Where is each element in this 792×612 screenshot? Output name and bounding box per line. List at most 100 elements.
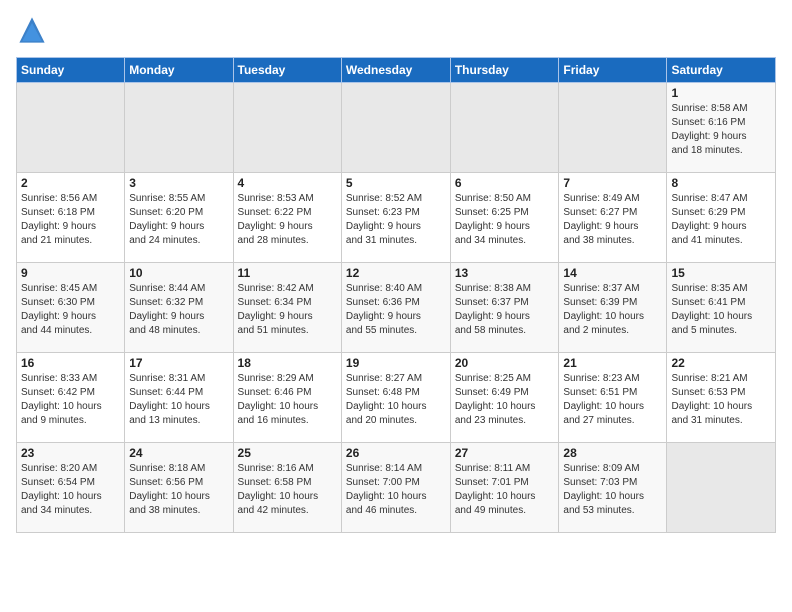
day-number: 11 (238, 266, 337, 280)
day-info: Sunrise: 8:11 AM Sunset: 7:01 PM Dayligh… (455, 462, 555, 518)
calendar-day-cell: 22Sunrise: 8:21 AM Sunset: 6:53 PM Dayli… (667, 353, 776, 443)
day-info: Sunrise: 8:55 AM Sunset: 6:20 PM Dayligh… (129, 192, 228, 248)
logo (16, 16, 46, 49)
calendar-day-cell: 8Sunrise: 8:47 AM Sunset: 6:29 PM Daylig… (667, 173, 776, 263)
weekday-header-friday: Friday (559, 58, 667, 83)
day-info: Sunrise: 8:38 AM Sunset: 6:37 PM Dayligh… (455, 282, 555, 338)
calendar-day-cell: 20 Sunrise: 8:25 AM Sunset: 6:49 PM Dayli… (450, 353, 559, 443)
day-number: 4 (238, 176, 337, 190)
day-number: 7 (563, 176, 662, 190)
day-number: 22 (671, 356, 771, 370)
day-info: Sunrise: 8:20 AM Sunset: 6:54 PM Dayligh… (21, 462, 120, 518)
day-info: Sunrise: 8:16 AM Sunset: 6:58 PM Dayligh… (238, 462, 337, 518)
day-info: Sunrise: 8:25 AM Sunset: 6:49 PM Dayligh… (455, 372, 555, 428)
weekday-header-monday: Monday (125, 58, 233, 83)
day-number: 13 (455, 266, 555, 280)
calendar-day-cell (450, 83, 559, 173)
day-number: 16 (21, 356, 120, 370)
day-info: Sunrise: 8:56 AM Sunset: 6:18 PM Dayligh… (21, 192, 120, 248)
calendar-day-cell (667, 443, 776, 533)
calendar-day-cell: 6 Sunrise: 8:50 AM Sunset: 6:25 PM Daylig… (450, 173, 559, 263)
weekday-header-wednesday: Wednesday (341, 58, 450, 83)
day-info: Sunrise: 8:53 AM Sunset: 6:22 PM Dayligh… (238, 192, 337, 248)
calendar-day-cell: 3 Sunrise: 8:55 AM Sunset: 6:20 PM Daylig… (125, 173, 233, 263)
day-number: 18 (238, 356, 337, 370)
day-number: 23 (21, 446, 120, 460)
calendar-day-cell (17, 83, 125, 173)
calendar-day-cell: 16 Sunrise: 8:33 AM Sunset: 6:42 PM Dayli… (17, 353, 125, 443)
calendar-day-cell: 24Sunrise: 8:18 AM Sunset: 6:56 PM Dayli… (125, 443, 233, 533)
day-number: 2 (21, 176, 120, 190)
calendar-day-cell: 23 Sunrise: 8:20 AM Sunset: 6:54 PM Dayli… (17, 443, 125, 533)
day-info: Sunrise: 8:44 AM Sunset: 6:32 PM Dayligh… (129, 282, 228, 338)
day-number: 19 (346, 356, 446, 370)
calendar-day-cell (125, 83, 233, 173)
day-number: 14 (563, 266, 662, 280)
page-header (16, 16, 776, 49)
day-info: Sunrise: 8:29 AM Sunset: 6:46 PM Dayligh… (238, 372, 337, 428)
day-info: Sunrise: 8:31 AM Sunset: 6:44 PM Dayligh… (129, 372, 228, 428)
calendar-day-cell: 2 Sunrise: 8:56 AM Sunset: 6:18 PM Daylig… (17, 173, 125, 263)
day-info: Sunrise: 8:09 AM Sunset: 7:03 PM Dayligh… (563, 462, 662, 518)
calendar-day-cell (559, 83, 667, 173)
calendar-week-3: 9 Sunrise: 8:45 AM Sunset: 6:30 PM Daylig… (17, 263, 776, 353)
calendar-week-2: 2 Sunrise: 8:56 AM Sunset: 6:18 PM Daylig… (17, 173, 776, 263)
calendar-day-cell: 11 Sunrise: 8:42 AM Sunset: 6:34 PM Dayli… (233, 263, 341, 353)
calendar-day-cell: 19 Sunrise: 8:27 AM Sunset: 6:48 PM Dayli… (341, 353, 450, 443)
day-info: Sunrise: 8:49 AM Sunset: 6:27 PM Dayligh… (563, 192, 662, 248)
weekday-header-row: SundayMondayTuesdayWednesdayThursdayFrid… (17, 58, 776, 83)
weekday-header-saturday: Saturday (667, 58, 776, 83)
day-number: 3 (129, 176, 228, 190)
calendar-day-cell: 13 Sunrise: 8:38 AM Sunset: 6:37 PM Dayli… (450, 263, 559, 353)
day-number: 6 (455, 176, 555, 190)
day-info: Sunrise: 8:40 AM Sunset: 6:36 PM Dayligh… (346, 282, 446, 338)
calendar-day-cell: 21 Sunrise: 8:23 AM Sunset: 6:51 PM Dayli… (559, 353, 667, 443)
day-number: 17 (129, 356, 228, 370)
day-number: 21 (563, 356, 662, 370)
day-number: 28 (563, 446, 662, 460)
weekday-header-tuesday: Tuesday (233, 58, 341, 83)
weekday-header-thursday: Thursday (450, 58, 559, 83)
day-info: Sunrise: 8:23 AM Sunset: 6:51 PM Dayligh… (563, 372, 662, 428)
day-number: 26 (346, 446, 446, 460)
day-info: Sunrise: 8:45 AM Sunset: 6:30 PM Dayligh… (21, 282, 120, 338)
day-number: 1 (671, 86, 771, 100)
weekday-header-sunday: Sunday (17, 58, 125, 83)
day-number: 20 (455, 356, 555, 370)
calendar-day-cell: 9 Sunrise: 8:45 AM Sunset: 6:30 PM Daylig… (17, 263, 125, 353)
day-info: Sunrise: 8:47 AM Sunset: 6:29 PM Dayligh… (671, 192, 771, 248)
calendar-day-cell: 5Sunrise: 8:52 AM Sunset: 6:23 PM Daylig… (341, 173, 450, 263)
day-number: 12 (346, 266, 446, 280)
calendar-body: 1 Sunrise: 8:58 AM Sunset: 6:16 PM Daylig… (17, 83, 776, 533)
day-info: Sunrise: 8:52 AM Sunset: 6:23 PM Dayligh… (346, 192, 446, 248)
calendar-day-cell: 25Sunrise: 8:16 AM Sunset: 6:58 PM Dayli… (233, 443, 341, 533)
day-info: Sunrise: 8:50 AM Sunset: 6:25 PM Dayligh… (455, 192, 555, 248)
calendar-day-cell: 10 Sunrise: 8:44 AM Sunset: 6:32 PM Dayli… (125, 263, 233, 353)
day-number: 15 (671, 266, 771, 280)
calendar-day-cell (341, 83, 450, 173)
day-info: Sunrise: 8:58 AM Sunset: 6:16 PM Dayligh… (671, 102, 771, 158)
day-info: Sunrise: 8:33 AM Sunset: 6:42 PM Dayligh… (21, 372, 120, 428)
calendar-day-cell: 12 Sunrise: 8:40 AM Sunset: 6:36 PM Dayli… (341, 263, 450, 353)
calendar-day-cell: 28 Sunrise: 8:09 AM Sunset: 7:03 PM Dayli… (559, 443, 667, 533)
calendar-table: SundayMondayTuesdayWednesdayThursdayFrid… (16, 57, 776, 533)
calendar-week-5: 23 Sunrise: 8:20 AM Sunset: 6:54 PM Dayli… (17, 443, 776, 533)
day-number: 24 (129, 446, 228, 460)
day-info: Sunrise: 8:27 AM Sunset: 6:48 PM Dayligh… (346, 372, 446, 428)
calendar-day-cell: 17 Sunrise: 8:31 AM Sunset: 6:44 PM Dayli… (125, 353, 233, 443)
day-number: 9 (21, 266, 120, 280)
day-info: Sunrise: 8:35 AM Sunset: 6:41 PM Dayligh… (671, 282, 771, 338)
calendar-day-cell: 18 Sunrise: 8:29 AM Sunset: 6:46 PM Dayli… (233, 353, 341, 443)
calendar-day-cell: 1 Sunrise: 8:58 AM Sunset: 6:16 PM Daylig… (667, 83, 776, 173)
day-info: Sunrise: 8:42 AM Sunset: 6:34 PM Dayligh… (238, 282, 337, 338)
calendar-day-cell: 14Sunrise: 8:37 AM Sunset: 6:39 PM Dayli… (559, 263, 667, 353)
calendar-week-1: 1 Sunrise: 8:58 AM Sunset: 6:16 PM Daylig… (17, 83, 776, 173)
day-number: 10 (129, 266, 228, 280)
calendar-day-cell: 27Sunrise: 8:11 AM Sunset: 7:01 PM Dayli… (450, 443, 559, 533)
calendar-header: SundayMondayTuesdayWednesdayThursdayFrid… (17, 58, 776, 83)
calendar-day-cell: 15 Sunrise: 8:35 AM Sunset: 6:41 PM Dayli… (667, 263, 776, 353)
day-info: Sunrise: 8:14 AM Sunset: 7:00 PM Dayligh… (346, 462, 446, 518)
calendar-day-cell: 7 Sunrise: 8:49 AM Sunset: 6:27 PM Daylig… (559, 173, 667, 263)
logo-icon (18, 16, 46, 44)
calendar-day-cell: 26 Sunrise: 8:14 AM Sunset: 7:00 PM Dayli… (341, 443, 450, 533)
